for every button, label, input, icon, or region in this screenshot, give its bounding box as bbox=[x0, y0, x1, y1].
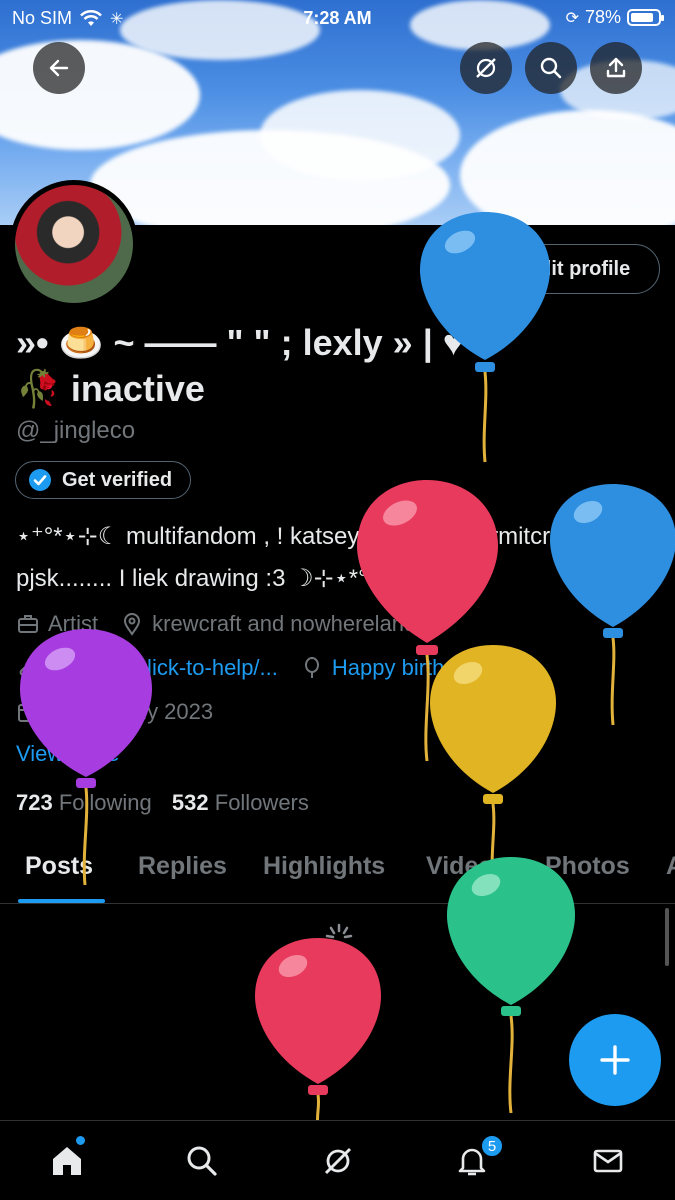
tab-articles[interactable]: A bbox=[666, 852, 675, 881]
share-icon bbox=[606, 57, 626, 78]
balloon-blue-1 bbox=[420, 212, 550, 463]
back-button[interactable] bbox=[33, 42, 85, 94]
balloon-icon bbox=[304, 657, 319, 678]
balloon-red-2 bbox=[255, 938, 381, 1126]
nav-home[interactable] bbox=[47, 1141, 87, 1181]
grok-button[interactable] bbox=[460, 42, 512, 94]
search-button[interactable] bbox=[525, 42, 577, 94]
active-tab-indicator bbox=[18, 899, 105, 903]
mail-icon bbox=[593, 1149, 623, 1173]
followers-count: 532 bbox=[171, 790, 209, 815]
balloon-green bbox=[447, 857, 575, 1114]
display-name: »• 🍮 ~ —— " " ; lexly » | ♥ 🥀 inactive bbox=[16, 320, 666, 412]
verified-badge-icon bbox=[29, 469, 51, 491]
followers-link[interactable]: 532 Followers bbox=[172, 790, 309, 815]
bottom-navigation bbox=[0, 1120, 675, 1200]
search-icon bbox=[540, 57, 562, 79]
nav-search[interactable] bbox=[182, 1141, 222, 1181]
display-name-line1: »• 🍮 ~ —— " " ; lexly » | ♥ bbox=[16, 322, 465, 363]
compose-post-button[interactable] bbox=[569, 1014, 661, 1106]
nav-grok[interactable] bbox=[318, 1141, 358, 1181]
plus-icon bbox=[600, 1045, 630, 1075]
balloon-purple bbox=[20, 629, 152, 886]
search-icon bbox=[187, 1146, 217, 1176]
arrow-left-icon bbox=[49, 59, 69, 77]
home-new-indicator bbox=[76, 1136, 85, 1145]
avatar[interactable] bbox=[10, 180, 138, 308]
battery-percent: 78% bbox=[584, 7, 621, 27]
grok-icon bbox=[476, 58, 496, 78]
followers-label: Followers bbox=[214, 790, 309, 815]
nav-messages[interactable] bbox=[588, 1141, 628, 1181]
battery-icon bbox=[627, 9, 664, 26]
get-verified-label: Get verified bbox=[62, 468, 173, 491]
balloon-yellow bbox=[430, 645, 556, 882]
scrollbar[interactable] bbox=[665, 908, 669, 966]
orientation-lock-icon: ⟳ bbox=[565, 9, 579, 27]
username-handle: @_jingleco bbox=[16, 417, 136, 444]
notification-badge: 5 bbox=[480, 1134, 504, 1158]
home-icon bbox=[53, 1147, 81, 1175]
status-bar: No SIM ✳ 7:28 AM ⟳ 78% bbox=[0, 0, 675, 36]
tab-highlights[interactable]: Highlights bbox=[263, 852, 385, 881]
balloon-blue-2 bbox=[550, 484, 675, 726]
grok-icon bbox=[324, 1147, 352, 1175]
display-name-line2: 🥀 inactive bbox=[16, 368, 205, 409]
share-button[interactable] bbox=[590, 42, 642, 94]
get-verified-button[interactable]: Get verified bbox=[15, 461, 192, 499]
